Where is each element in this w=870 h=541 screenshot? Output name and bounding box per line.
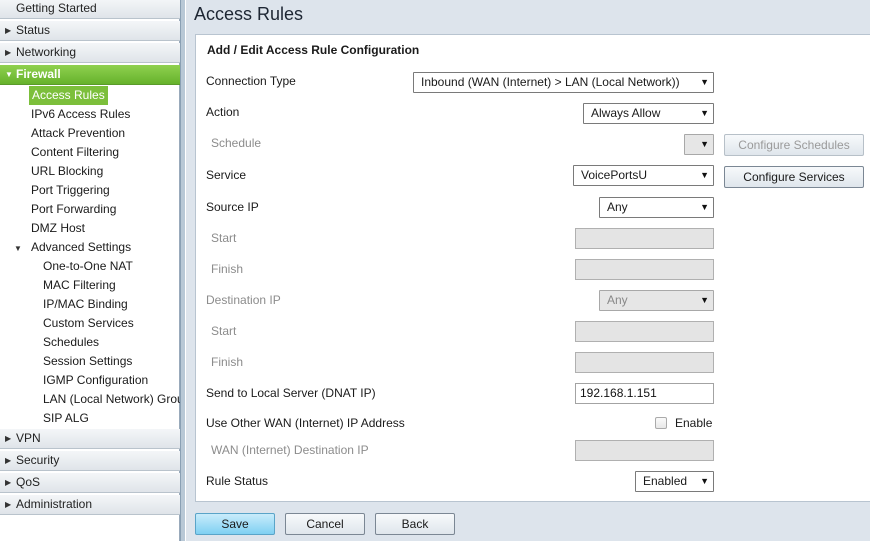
sidebar-item-igmp-configuration[interactable]: IGMP Configuration — [43, 371, 180, 390]
nav-getting-started[interactable]: Getting Started — [0, 0, 181, 19]
chevron-right-icon: ▶ — [5, 26, 12, 35]
nav-qos-label: QoS — [16, 475, 41, 489]
sidebar-item-port-forwarding[interactable]: Port Forwarding — [31, 200, 179, 219]
nav-getting-started-label: Getting Started — [16, 1, 97, 15]
destination-finish-input[interactable] — [575, 352, 714, 373]
action-value: Always Allow — [591, 106, 661, 120]
sidebar-item-lan-group[interactable]: LAN (Local Network) Grou — [43, 390, 180, 409]
nav-firewall[interactable]: ▼ Firewall — [0, 65, 181, 85]
source-finish-input[interactable] — [575, 259, 714, 280]
back-button[interactable]: Back — [375, 513, 455, 535]
nav-security[interactable]: ▶ Security — [0, 451, 181, 471]
sidebar-item-url-blocking[interactable]: URL Blocking — [31, 162, 179, 181]
configure-services-button[interactable]: Configure Services — [724, 166, 864, 188]
sidebar-item-advanced-settings[interactable]: ▼ Advanced Settings — [14, 238, 179, 257]
sidebar-item-attack-prevention[interactable]: Attack Prevention — [31, 124, 179, 143]
sidebar-item-ipv6-access-rules[interactable]: IPv6 Access Rules — [31, 105, 179, 124]
nav-security-label: Security — [16, 453, 60, 467]
main-content: Access Rules Add / Edit Access Rule Conf… — [186, 0, 870, 541]
rule-status-label: Rule Status — [206, 474, 269, 488]
service-label: Service — [206, 168, 247, 182]
enable-checkbox-label: Enable — [675, 416, 713, 430]
rule-status-value: Enabled — [643, 474, 688, 488]
dropdown-arrow-icon: ▼ — [700, 139, 709, 149]
nav-vpn[interactable]: ▶ VPN — [0, 429, 181, 449]
cancel-button[interactable]: Cancel — [285, 513, 365, 535]
nav-administration[interactable]: ▶ Administration — [0, 495, 181, 515]
chevron-right-icon: ▶ — [5, 478, 12, 487]
nav-firewall-label: Firewall — [16, 67, 61, 81]
dropdown-arrow-icon: ▼ — [700, 77, 709, 87]
sidebar-item-ip-mac-binding[interactable]: IP/MAC Binding — [43, 295, 180, 314]
enable-other-wan-checkbox[interactable] — [655, 417, 667, 429]
dropdown-arrow-icon: ▼ — [700, 202, 709, 212]
nav-qos[interactable]: ▶ QoS — [0, 473, 181, 493]
schedule-label: Schedule — [211, 136, 262, 150]
chevron-down-icon: ▼ — [14, 244, 22, 253]
source-ip-value: Any — [607, 200, 628, 214]
wan-destination-ip-label: WAN (Internet) Destination IP — [211, 443, 369, 457]
sidebar-item-custom-services[interactable]: Custom Services — [43, 314, 180, 333]
destination-start-label: Start — [211, 324, 237, 338]
sidebar-resize-handle[interactable] — [180, 0, 185, 541]
connection-type-label: Connection Type — [206, 74, 296, 88]
use-other-wan-label: Use Other WAN (Internet) IP Address — [206, 416, 405, 430]
sidebar-item-sip-alg[interactable]: SIP ALG — [43, 409, 180, 428]
sidebar-item-schedules[interactable]: Schedules — [43, 333, 180, 352]
sidebar-item-mac-filtering[interactable]: MAC Filtering — [43, 276, 180, 295]
access-rule-form-panel: Add / Edit Access Rule Configuration Con… — [195, 34, 870, 502]
sidebar-item-dmz-host[interactable]: DMZ Host — [31, 219, 179, 238]
source-ip-label: Source IP — [206, 200, 259, 214]
dropdown-arrow-icon: ▼ — [700, 476, 709, 486]
dnat-ip-label: Send to Local Server (DNAT IP) — [206, 386, 376, 400]
action-select[interactable]: Always Allow ▼ — [583, 103, 714, 124]
chevron-right-icon: ▶ — [5, 434, 12, 443]
configure-schedules-button[interactable]: Configure Schedules — [724, 134, 864, 156]
source-finish-label: Finish — [211, 262, 244, 276]
chevron-right-icon: ▶ — [5, 500, 12, 509]
sidebar-item-content-filtering[interactable]: Content Filtering — [31, 143, 179, 162]
chevron-right-icon: ▶ — [5, 48, 12, 57]
dropdown-arrow-icon: ▼ — [700, 108, 709, 118]
source-start-input[interactable] — [575, 228, 714, 249]
chevron-right-icon: ▶ — [5, 456, 12, 465]
wan-destination-ip-input[interactable] — [575, 440, 714, 461]
advanced-settings-label: Advanced Settings — [31, 240, 132, 254]
destination-start-input[interactable] — [575, 321, 714, 342]
nav-status-label: Status — [16, 23, 51, 37]
destination-ip-value: Any — [607, 293, 628, 307]
connection-type-select[interactable]: Inbound (WAN (Internet) > LAN (Local Net… — [413, 72, 714, 93]
sidebar-item-access-rules[interactable]: Access Rules — [29, 86, 108, 105]
nav-networking[interactable]: ▶ Networking — [0, 43, 181, 63]
action-label: Action — [206, 105, 240, 119]
schedule-select[interactable]: ▼ — [684, 134, 714, 155]
destination-ip-label: Destination IP — [206, 293, 281, 307]
rule-status-select[interactable]: Enabled ▼ — [635, 471, 714, 492]
service-select[interactable]: VoicePortsU ▼ — [573, 165, 714, 186]
panel-title: Add / Edit Access Rule Configuration — [207, 43, 420, 57]
destination-finish-label: Finish — [211, 355, 244, 369]
nav-administration-label: Administration — [16, 497, 93, 511]
chevron-down-icon: ▼ — [5, 70, 13, 79]
sidebar-item-port-triggering[interactable]: Port Triggering — [31, 181, 179, 200]
sidebar-item-one-to-one-nat[interactable]: One-to-One NAT — [43, 257, 180, 276]
service-value: VoicePortsU — [581, 168, 648, 182]
dnat-ip-input[interactable]: 192.168.1.151 — [575, 383, 714, 404]
nav-status[interactable]: ▶ Status — [0, 21, 181, 41]
connection-type-value: Inbound (WAN (Internet) > LAN (Local Net… — [421, 75, 680, 89]
save-button[interactable]: Save — [195, 513, 275, 535]
dropdown-arrow-icon: ▼ — [700, 295, 709, 305]
nav-vpn-label: VPN — [16, 431, 41, 445]
destination-ip-select[interactable]: Any ▼ — [599, 290, 714, 311]
sidebar-item-session-settings[interactable]: Session Settings — [43, 352, 180, 371]
source-start-label: Start — [211, 231, 237, 245]
dropdown-arrow-icon: ▼ — [700, 170, 709, 180]
page-title: Access Rules — [194, 4, 304, 24]
nav-networking-label: Networking — [16, 45, 77, 59]
sidebar-nav: Getting Started ▶ Status ▶ Networking ▼ … — [0, 0, 181, 541]
source-ip-select[interactable]: Any ▼ — [599, 197, 714, 218]
